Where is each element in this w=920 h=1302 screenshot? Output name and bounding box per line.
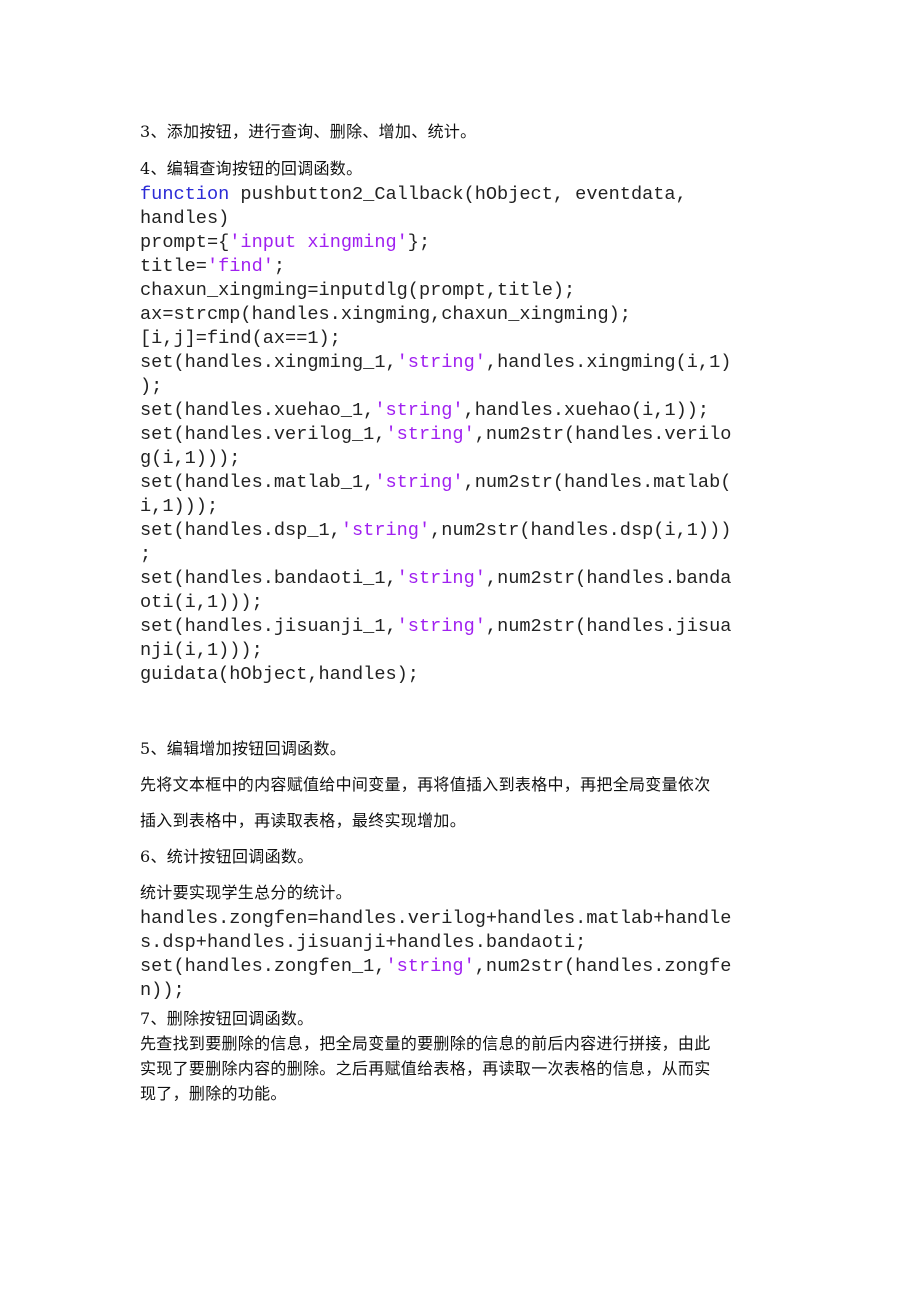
code-line: function pushbutton2_Callback(hObject, e…: [140, 183, 687, 207]
code-line: set(handles.zongfen_1,'string',num2str(h…: [140, 955, 731, 979]
code-line: set(handles.jisuanji_1,'string',num2str(…: [140, 615, 731, 639]
code-text: ;: [140, 544, 152, 565]
code-line: handles.zongfen=handles.verilog+handles.…: [140, 907, 731, 931]
code-line: nji(i,1)));: [140, 639, 263, 663]
step7-description-line1: 先查找到要删除的信息，把全局变量的要删除的信息的前后内容进行拼接，由此: [140, 1034, 711, 1053]
step4-heading: 4、编辑查询按钮的回调函数。: [140, 159, 363, 178]
code-text: g(i,1)));: [140, 448, 241, 469]
code-text: set(handles.xingming_1,: [140, 352, 397, 373]
code-text: ,handles.xuehao(i,1));: [463, 400, 710, 421]
code-line: chaxun_xingming=inputdlg(prompt,title);: [140, 279, 575, 303]
code-text: set(handles.dsp_1,: [140, 520, 341, 541]
code-line: set(handles.verilog_1,'string',num2str(h…: [140, 423, 731, 447]
code-line: set(handles.matlab_1,'string',num2str(ha…: [140, 471, 731, 495]
step7-heading: 7、删除按钮回调函数。: [140, 1009, 314, 1028]
code-text: ,num2str(handles.zongfe: [474, 956, 732, 977]
code-text: i,1)));: [140, 496, 219, 517]
code-keyword: function: [140, 184, 230, 205]
code-text: set(handles.zongfen_1,: [140, 956, 386, 977]
code-string: 'string': [374, 400, 464, 421]
step6-description: 统计要实现学生总分的统计。: [140, 883, 352, 902]
step7-description-line2: 实现了要删除内容的删除。之后再赋值给表格，再读取一次表格的信息，从而实: [140, 1059, 711, 1078]
code-text: handles.zongfen=handles.verilog+handles.…: [140, 908, 732, 929]
code-text: ax=strcmp(handles.xingming,chaxun_xingmi…: [140, 304, 631, 325]
code-line: ;: [140, 543, 151, 567]
code-line: title='find';: [140, 255, 285, 279]
code-string: 'string': [340, 520, 431, 541]
code-string: 'string': [396, 568, 486, 589]
code-text: set(handles.xuehao_1,: [140, 400, 375, 421]
code-string: 'find': [206, 256, 274, 277]
code-text: };: [407, 232, 431, 253]
code-line: );: [140, 375, 162, 399]
code-text: );: [140, 376, 163, 397]
code-text: pushbutton2_Callback(hObject, eventdata,: [229, 184, 687, 205]
code-text: ,num2str(handles.banda: [485, 568, 732, 589]
code-string: 'string': [374, 472, 464, 493]
code-line: s.dsp+handles.jisuanji+handles.bandaoti;: [140, 931, 586, 955]
code-text: handles): [140, 208, 230, 229]
code-text: prompt={: [140, 232, 230, 253]
code-line: set(handles.bandaoti_1,'string',num2str(…: [140, 567, 731, 591]
code-line: handles): [140, 207, 229, 231]
code-line: n));: [140, 979, 185, 1003]
code-text: n));: [140, 980, 185, 1001]
step7-description-line3: 现了，删除的功能。: [140, 1084, 287, 1103]
code-line: [i,j]=find(ax==1);: [140, 327, 341, 351]
code-text: chaxun_xingming=inputdlg(prompt,title);: [140, 280, 576, 301]
code-string: 'string': [385, 424, 475, 445]
code-text: set(handles.matlab_1,: [140, 472, 375, 493]
code-text: ,num2str(handles.matlab(: [463, 472, 732, 493]
code-string: 'string': [396, 616, 486, 637]
code-line: set(handles.dsp_1,'string',num2str(handl…: [140, 519, 731, 543]
code-text: ;: [273, 256, 286, 277]
code-text: nji(i,1)));: [140, 640, 263, 661]
code-line: oti(i,1)));: [140, 591, 263, 615]
code-text: ,num2str(handles.verilo: [474, 424, 732, 445]
code-string: 'string': [385, 956, 475, 977]
step3-heading: 3、添加按钮，进行查询、删除、增加、统计。: [140, 122, 477, 141]
code-line: i,1)));: [140, 495, 218, 519]
code-line: ax=strcmp(handles.xingming,chaxun_xingmi…: [140, 303, 631, 327]
step5-description-line2: 插入到表格中，再读取表格，最终实现增加。: [140, 811, 467, 830]
step5-description-line1: 先将文本框中的内容赋值给中间变量，再将值插入到表格中，再把全局变量依次: [140, 775, 711, 794]
code-string: 'string': [396, 352, 486, 373]
code-line: g(i,1)));: [140, 447, 240, 471]
code-line: prompt={'input xingming'};: [140, 231, 430, 255]
code-string: 'input xingming': [229, 232, 408, 253]
code-text: [i,j]=find(ax==1);: [140, 328, 341, 349]
code-text: ,handles.xingming(i,1): [485, 352, 732, 373]
code-text: ,num2str(handles.jisua: [485, 616, 732, 637]
step6-heading: 6、统计按钮回调函数。: [140, 847, 314, 866]
code-text: set(handles.verilog_1,: [140, 424, 386, 445]
code-text: set(handles.bandaoti_1,: [140, 568, 397, 589]
code-text: oti(i,1)));: [140, 592, 263, 613]
step5-heading: 5、编辑增加按钮回调函数。: [140, 739, 347, 758]
code-text: ,num2str(handles.dsp(i,1))): [430, 520, 732, 541]
code-text: title=: [140, 256, 207, 277]
code-text: set(handles.jisuanji_1,: [140, 616, 397, 637]
code-line: guidata(hObject,handles);: [140, 663, 419, 687]
code-line: set(handles.xingming_1,'string',handles.…: [140, 351, 731, 375]
code-text: guidata(hObject,handles);: [140, 664, 419, 685]
code-text: s.dsp+handles.jisuanji+handles.bandaoti;: [140, 932, 587, 953]
code-line: set(handles.xuehao_1,'string',handles.xu…: [140, 399, 709, 423]
